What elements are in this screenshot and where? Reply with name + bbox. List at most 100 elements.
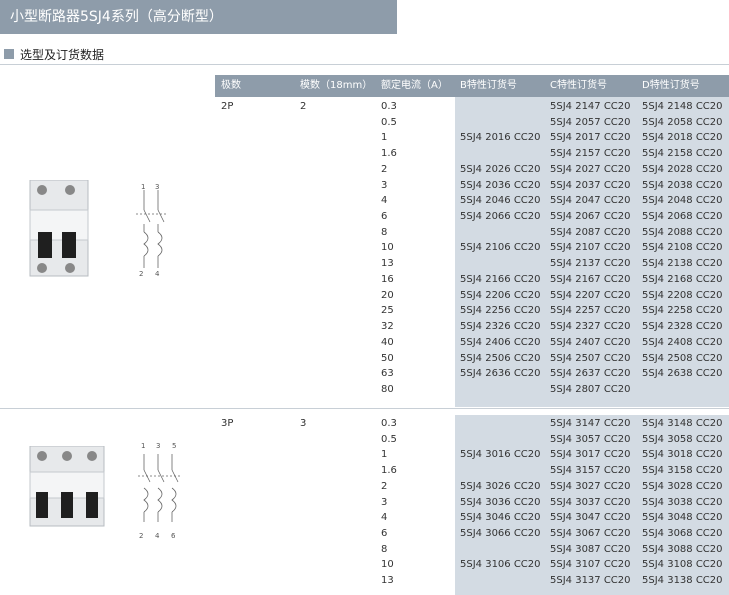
c-order-number: 5SJ4 2047 CC20 [550, 195, 631, 207]
b-order-number: 5SJ4 3016 CC20 [460, 449, 541, 461]
d-order-number: 5SJ4 2328 CC20 [642, 321, 723, 333]
table-row: 0.5 5SJ4 3057 CC20 5SJ4 3058 CC20 [0, 432, 729, 448]
c-order-number: 5SJ4 2067 CC20 [550, 211, 631, 223]
c-order-number: 5SJ4 3057 CC20 [550, 433, 631, 445]
terminal-label: 1 [141, 183, 146, 191]
table-row: 8 5SJ4 2087 CC20 5SJ4 2088 CC20 [0, 225, 729, 241]
d-order-number: 5SJ4 2168 CC20 [642, 273, 723, 285]
c-order-number: 5SJ4 3037 CC20 [550, 496, 631, 508]
rated-current: 3 [381, 179, 388, 191]
rated-current: 4 [381, 195, 388, 207]
d-order-number: 5SJ4 3028 CC20 [642, 480, 723, 492]
d-order-number: 5SJ4 2048 CC20 [642, 195, 723, 207]
c-order-number: 5SJ4 2037 CC20 [550, 179, 631, 191]
table-header: 极数 模数（18mm） 额定电流（A） B特性订货号 C特性订货号 D特性订货号 [215, 75, 729, 97]
c-order-number: 5SJ4 2137 CC20 [550, 258, 631, 270]
rated-current: 0.3 [381, 418, 397, 429]
table-row: 0.3 5SJ4 3147 CC20 5SJ4 3148 CC20 [0, 416, 729, 432]
rated-current: 32 [381, 321, 394, 333]
table-row: 6 5SJ4 3066 CC20 5SJ4 3067 CC20 5SJ4 3068 C… [0, 526, 729, 542]
d-order-number: 5SJ4 2028 CC20 [642, 163, 723, 175]
header-c: C特性订货号 [550, 80, 607, 91]
terminal-label: 3 [155, 183, 160, 191]
d-order-number: 5SJ4 2508 CC20 [642, 352, 723, 364]
rated-current: 4 [381, 512, 388, 524]
rated-current: 40 [381, 336, 394, 348]
terminal-label: 2 [139, 532, 144, 540]
c-order-number: 5SJ4 2017 CC20 [550, 132, 631, 144]
rated-current: 0.5 [381, 433, 397, 445]
breaker-2p-image [29, 180, 89, 277]
c-order-number: 5SJ4 2207 CC20 [550, 289, 631, 301]
c-order-number: 5SJ4 2167 CC20 [550, 273, 631, 285]
d-order-number: 5SJ4 3088 CC20 [642, 543, 723, 555]
d-order-number: 5SJ4 2038 CC20 [642, 179, 723, 191]
table-row: 2 5SJ4 2026 CC20 5SJ4 2027 CC20 5SJ4 2028 C… [0, 162, 729, 178]
table-row: 25 5SJ4 2256 CC20 5SJ4 2257 CC20 5SJ4 2258 … [0, 303, 729, 319]
c-order-number: 5SJ4 3017 CC20 [550, 449, 631, 461]
table-row: 4 5SJ4 2046 CC20 5SJ4 2047 CC20 5SJ4 2048 C… [0, 193, 729, 209]
c-order-number: 5SJ4 2407 CC20 [550, 336, 631, 348]
d-order-number: 5SJ4 3038 CC20 [642, 496, 723, 508]
rated-current: 1 [381, 132, 388, 144]
c-order-number: 5SJ4 2147 CC20 [550, 101, 631, 112]
rated-current: 1.6 [381, 148, 397, 160]
d-order-number: 5SJ4 2138 CC20 [642, 258, 723, 270]
rated-current: 8 [381, 226, 388, 238]
b-order-number: 5SJ4 2506 CC20 [460, 352, 541, 364]
rated-current: 1 [381, 449, 388, 461]
circuit-diagram-3p [138, 454, 182, 522]
header-pole: 极数 [221, 80, 241, 91]
rated-current: 0.3 [381, 101, 397, 112]
breaker-3p-image [29, 446, 105, 527]
page-title: 小型断路器5SJ4系列（高分断型） [0, 0, 397, 34]
c-order-number: 5SJ4 3067 CC20 [550, 528, 631, 540]
c-order-number: 5SJ4 2327 CC20 [550, 321, 631, 333]
c-order-number: 5SJ4 2807 CC20 [550, 383, 631, 395]
d-order-number: 5SJ4 3018 CC20 [642, 449, 723, 461]
d-order-number: 5SJ4 3108 CC20 [642, 559, 723, 571]
d-order-number: 5SJ4 2638 CC20 [642, 368, 723, 380]
d-order-number: 5SJ4 2208 CC20 [642, 289, 723, 301]
rated-current: 2 [381, 163, 388, 175]
c-order-number: 5SJ4 2027 CC20 [550, 163, 631, 175]
c-order-number: 5SJ4 3047 CC20 [550, 512, 631, 524]
rated-current: 10 [381, 242, 394, 254]
b-order-number: 5SJ4 3106 CC20 [460, 559, 541, 571]
rated-current: 6 [381, 528, 388, 540]
table-row: 13 5SJ4 2137 CC20 5SJ4 2138 CC20 [0, 256, 729, 272]
rated-current: 20 [381, 289, 394, 301]
table-row: 1 5SJ4 2016 CC20 5SJ4 2017 CC20 5SJ4 2018 C… [0, 130, 729, 146]
b-order-number: 5SJ4 2166 CC20 [460, 273, 541, 285]
table-row: 63 5SJ4 2636 CC20 5SJ4 2637 CC20 5SJ4 2638 … [0, 366, 729, 382]
b-order-number: 5SJ4 2256 CC20 [460, 305, 541, 317]
rated-current: 6 [381, 211, 388, 223]
table-row: 3 5SJ4 2036 CC20 5SJ4 2037 CC20 5SJ4 2038 C… [0, 178, 729, 194]
rated-current: 80 [381, 383, 394, 395]
section-heading: 选型及订货数据 [0, 46, 729, 64]
d-order-number: 5SJ4 3068 CC20 [642, 528, 723, 540]
d-order-number: 5SJ4 3058 CC20 [642, 433, 723, 445]
c-order-number: 5SJ4 2157 CC20 [550, 148, 631, 160]
rated-current: 10 [381, 559, 394, 571]
b-order-number: 5SJ4 2026 CC20 [460, 163, 541, 175]
section-marker [4, 49, 14, 59]
table-row: 3 5SJ4 3036 CC20 5SJ4 3037 CC20 5SJ4 3038 C… [0, 495, 729, 511]
b-order-number: 5SJ4 3046 CC20 [460, 512, 541, 524]
c-order-number: 5SJ4 3137 CC20 [550, 575, 631, 587]
terminal-label: 5 [172, 442, 177, 450]
rated-current: 50 [381, 352, 394, 364]
c-order-number: 5SJ4 3027 CC20 [550, 480, 631, 492]
d-order-number: 5SJ4 3158 CC20 [642, 465, 723, 477]
b-order-number: 5SJ4 2406 CC20 [460, 336, 541, 348]
c-order-number: 5SJ4 2257 CC20 [550, 305, 631, 317]
d-order-number: 5SJ4 2018 CC20 [642, 132, 723, 144]
table-row: 13 5SJ4 3137 CC20 5SJ4 3138 CC20 [0, 573, 729, 589]
table-row: 50 5SJ4 2506 CC20 5SJ4 2507 CC20 5SJ4 2508 … [0, 351, 729, 367]
circuit-diagram-2p [136, 190, 166, 268]
table-row: 20 5SJ4 2206 CC20 5SJ4 2207 CC20 5SJ4 2208 … [0, 288, 729, 304]
rated-current: 13 [381, 575, 394, 587]
d-order-number: 5SJ4 2068 CC20 [642, 211, 723, 223]
c-order-number: 5SJ4 2507 CC20 [550, 352, 631, 364]
terminal-label: 4 [155, 270, 160, 278]
